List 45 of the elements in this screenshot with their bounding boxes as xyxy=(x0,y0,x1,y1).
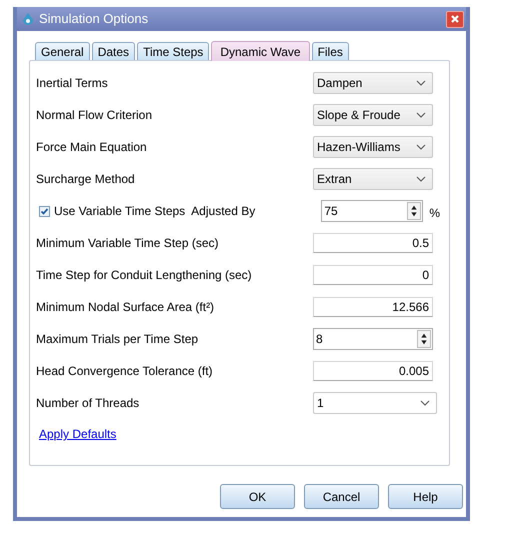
dialog-button[interactable]: Cancel xyxy=(304,484,379,509)
unit-label: % xyxy=(429,205,440,222)
apply-defaults-link[interactable]: Apply Defaults xyxy=(39,427,116,441)
spin-buttons[interactable] xyxy=(407,202,422,220)
spinner-field[interactable]: 8 xyxy=(313,328,433,350)
dropdown[interactable]: Extran xyxy=(313,168,433,190)
checkbox-label: Use Variable Time Steps Adjusted By xyxy=(54,203,256,220)
tab[interactable]: Dynamic Wave xyxy=(211,41,310,61)
field-label: Surcharge Method xyxy=(36,171,135,188)
dialog-button[interactable]: Help xyxy=(388,484,463,509)
tab[interactable]: Dates xyxy=(92,42,136,60)
field-label: Minimum Variable Time Step (sec) xyxy=(36,235,218,252)
tab[interactable]: Time Steps xyxy=(137,42,210,60)
tab[interactable]: Files xyxy=(312,42,349,60)
spinner-field[interactable]: 75 xyxy=(321,200,424,222)
chevron-icon xyxy=(416,112,426,118)
dropdown[interactable]: Slope & Froude xyxy=(313,104,433,126)
field-label: Inertial Terms xyxy=(36,75,108,92)
field-label: Time Step for Conduit Lengthening (sec) xyxy=(36,267,252,284)
checkbox[interactable] xyxy=(39,206,50,216)
number-field[interactable]: 0.005 xyxy=(313,361,433,381)
field-label: Normal Flow Criterion xyxy=(36,107,152,124)
field-label: Minimum Nodal Surface Area (ft²) xyxy=(36,299,214,316)
chevron-icon xyxy=(416,80,426,86)
dialog-button[interactable]: OK xyxy=(220,484,295,509)
check-icon xyxy=(40,206,49,216)
spin-buttons[interactable] xyxy=(417,330,431,348)
number-field[interactable]: 0.5 xyxy=(313,233,433,253)
field-label: Number of Threads xyxy=(36,395,140,412)
window-title: Simulation Options xyxy=(39,10,148,28)
field-label: Maximum Trials per Time Step xyxy=(36,331,198,348)
dropdown[interactable]: Hazen-Williams xyxy=(313,136,433,158)
number-field[interactable]: 0 xyxy=(313,265,433,285)
chevron-icon xyxy=(416,144,426,150)
field-label: Force Main Equation xyxy=(36,139,147,156)
close-button[interactable] xyxy=(446,10,464,28)
dropdown[interactable]: 1 xyxy=(313,392,437,414)
dropdown[interactable]: Dampen xyxy=(313,72,433,94)
app-icon xyxy=(21,12,35,26)
number-field[interactable]: 12.566 xyxy=(313,297,433,317)
chevron-icon xyxy=(416,176,426,182)
chevron-icon xyxy=(420,400,430,406)
tab[interactable]: General xyxy=(35,42,90,60)
field-label: Head Convergence Tolerance (ft) xyxy=(36,363,213,380)
close-icon xyxy=(450,14,460,24)
